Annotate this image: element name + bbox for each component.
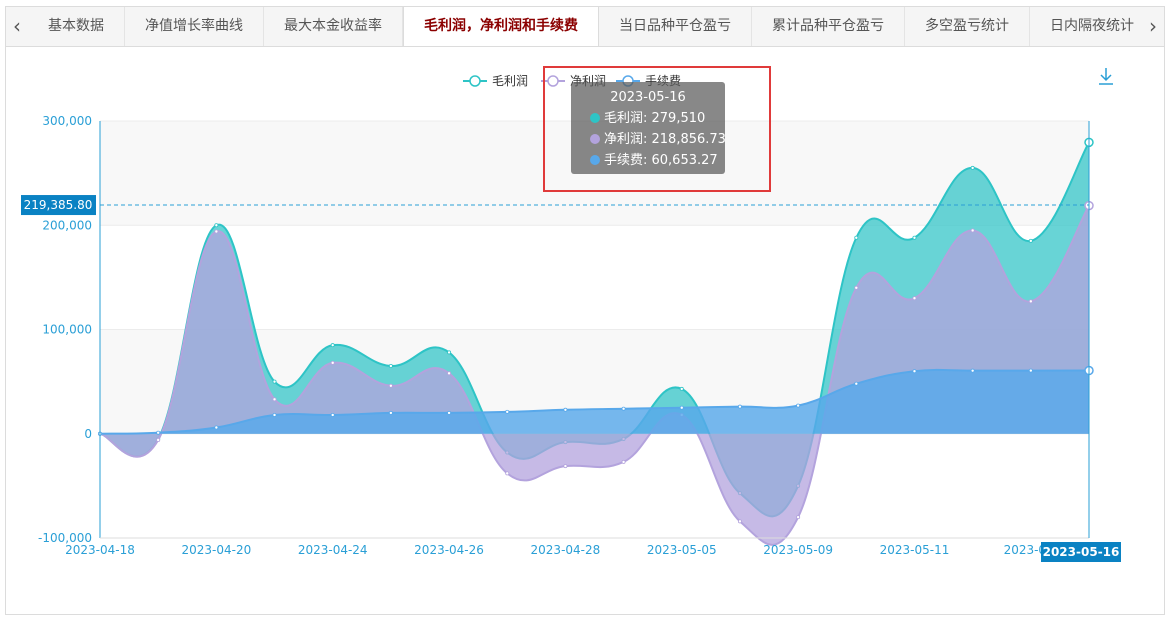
legend-label: 毛利润 (492, 74, 528, 88)
x-tick-label: 2023-05-05 (647, 543, 717, 557)
x-tick-label: 2023-04-28 (531, 543, 601, 557)
net-profit-point[interactable] (447, 371, 452, 376)
x-tick-label: 2023-04-20 (181, 543, 251, 557)
net-profit-point[interactable] (737, 519, 742, 524)
fee-point[interactable] (854, 381, 859, 386)
tooltip-marker (590, 155, 600, 165)
fee-point[interactable] (447, 410, 452, 415)
net-profit-point[interactable] (330, 360, 335, 365)
net-profit-point[interactable] (1028, 299, 1033, 304)
download-icon[interactable] (1099, 68, 1113, 85)
fee-point[interactable] (563, 407, 568, 412)
gross-profit-point[interactable] (330, 343, 335, 348)
tooltip-row: 手续费: 60,653.27 (604, 153, 718, 168)
fee-point[interactable] (912, 369, 917, 374)
y-tick-label: 0 (84, 427, 92, 441)
gross-profit-point[interactable] (388, 363, 393, 368)
gross-profit-point[interactable] (272, 379, 277, 384)
net-profit-point[interactable] (156, 438, 161, 443)
x-tick-label: 2023-04-18 (65, 543, 135, 557)
gross-profit-point[interactable] (912, 235, 917, 240)
gross-profit-point[interactable] (447, 350, 452, 355)
tooltip-row: 净利润: 218,856.73 (604, 132, 726, 147)
net-profit-point[interactable] (505, 471, 510, 476)
fee-point[interactable] (679, 405, 684, 410)
net-profit-point[interactable] (214, 229, 219, 234)
fee-point[interactable] (621, 406, 626, 411)
fee-point[interactable] (156, 430, 161, 435)
gross-profit-point[interactable] (1028, 238, 1033, 243)
tooltip-marker (590, 113, 600, 123)
net-profit-point[interactable] (388, 383, 393, 388)
net-profit-point[interactable] (854, 285, 859, 290)
legend-marker[interactable] (469, 75, 481, 87)
fee-point[interactable] (272, 412, 277, 417)
net-profit-point[interactable] (563, 464, 568, 469)
tooltip-title: 2023-05-16 (610, 90, 686, 105)
y-tick-label: 100,000 (42, 323, 92, 337)
gross-profit-point[interactable] (679, 386, 684, 391)
y-tick-label: 300,000 (42, 114, 92, 128)
fee-point[interactable] (796, 403, 801, 408)
gross-profit-point[interactable] (854, 235, 859, 240)
chart-canvas: -100,0000100,000200,000300,0002023-04-18… (21, 66, 1121, 562)
tooltip-row: 毛利润: 279,510 (604, 111, 705, 126)
gross-profit-point[interactable] (970, 165, 975, 170)
fee-point[interactable] (737, 404, 742, 409)
legend-marker[interactable] (547, 75, 559, 87)
net-profit-point[interactable] (272, 397, 277, 402)
net-profit-point[interactable] (796, 515, 801, 520)
fee-point[interactable] (970, 368, 975, 373)
net-profit-point[interactable] (970, 228, 975, 233)
x-tick-label: 2023-05-11 (880, 543, 950, 557)
net-profit-point[interactable] (912, 296, 917, 301)
crosshair-x-label: 2023-05-16 (1043, 545, 1120, 559)
crosshair-y-label: 219,385.80 (24, 198, 93, 212)
tooltip-marker (590, 134, 600, 144)
fee-point[interactable] (330, 412, 335, 417)
fee-point[interactable] (214, 425, 219, 430)
fee-point[interactable] (1028, 368, 1033, 373)
y-tick-label: 200,000 (42, 218, 92, 232)
net-profit-point[interactable] (621, 459, 626, 464)
gross-profit-point[interactable] (214, 223, 219, 228)
x-tick-label: 2023-04-24 (298, 543, 368, 557)
fee-point[interactable] (388, 410, 393, 415)
fee-point[interactable] (505, 409, 510, 414)
x-tick-label: 2023-05-09 (763, 543, 833, 557)
x-tick-label: 2023-04-26 (414, 543, 484, 557)
